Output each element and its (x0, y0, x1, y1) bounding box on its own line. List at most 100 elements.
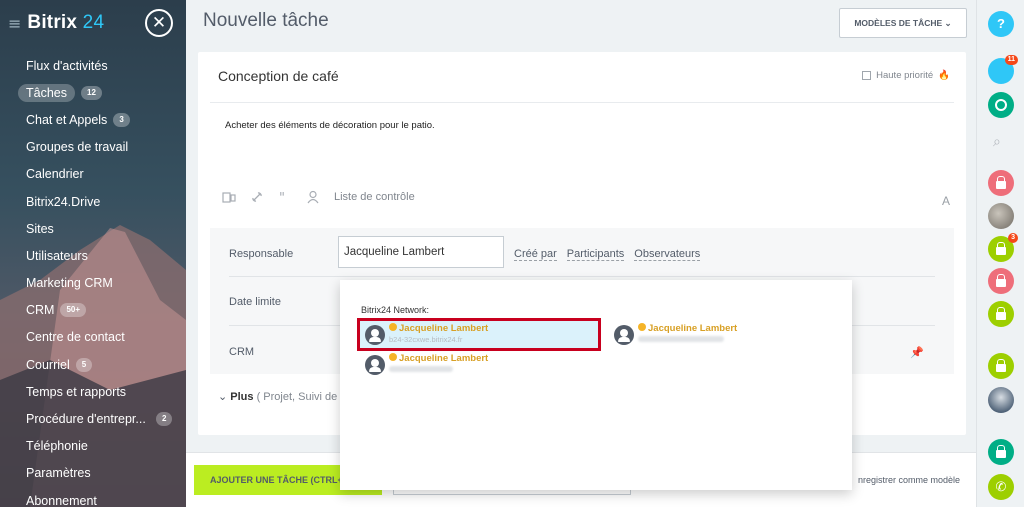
count-badge: 3 (113, 112, 130, 127)
network-user-icon (389, 353, 397, 361)
sidebar-item-label: Téléphonie (26, 439, 88, 454)
sidebar-item-groupes[interactable]: Groupes de travail (0, 134, 186, 161)
sidebar-item-utilisateurs[interactable]: Utilisateurs (0, 242, 186, 269)
file-icon[interactable] (222, 190, 236, 204)
lock-icon[interactable] (988, 439, 1014, 465)
sidebar-item-flux[interactable]: Flux d'activités (0, 52, 186, 79)
sidebar-item-crm[interactable]: CRM 50+ (0, 297, 186, 324)
editor-toolbar: " Liste de contrôle (222, 190, 415, 204)
user-avatar[interactable] (988, 387, 1014, 413)
help-icon[interactable]: ? (988, 11, 1014, 37)
lock-icon[interactable] (988, 170, 1014, 196)
result-name-text: Jacqueline Lambert (648, 323, 738, 334)
more-toggle[interactable]: ⌄ Plus ( Projet, Suivi de (218, 390, 337, 403)
user-avatar[interactable] (988, 203, 1014, 229)
divider (229, 276, 935, 277)
sidebar-item-label: Procédure d'entrepr... (26, 412, 146, 427)
lock-icon[interactable]: 3 (988, 233, 1018, 262)
sidebar-item-label: Courriel (26, 357, 70, 372)
lock-icon[interactable] (988, 268, 1014, 294)
sidebar-item-label: Abonnement (26, 493, 97, 507)
sidebar-item-label: CRM (26, 303, 55, 318)
network-user-icon (638, 323, 646, 331)
priority-checkbox[interactable] (862, 71, 872, 80)
chat-icon[interactable] (988, 92, 1014, 118)
sidebar-item-label: Calendrier (26, 167, 84, 182)
sidebar-item-marketing[interactable]: Marketing CRM (0, 270, 186, 297)
result-name: Jacqueline Lambert (389, 353, 488, 364)
count-badge: 2 (156, 412, 173, 427)
more-label: Plus (230, 391, 254, 403)
sidebar-item-courriel[interactable]: Courriel 5 (0, 351, 186, 378)
task-description[interactable]: Acheter des éléments de décoration pour … (225, 120, 435, 131)
save-as-template-link[interactable]: nregistrer comme modèle (858, 475, 960, 485)
mention-user-icon[interactable] (306, 190, 320, 204)
sidebar-item-telephonie[interactable]: Téléphonie (0, 433, 186, 460)
quote-icon[interactable]: " (278, 190, 292, 204)
sidebar-item-centre-contact[interactable]: Centre de contact (0, 324, 186, 351)
search-icon[interactable]: ⌕ (993, 134, 1001, 150)
brand: ≡ Bitrix 24 (8, 12, 104, 34)
pin-icon[interactable]: 📌 (910, 346, 924, 359)
right-bar: ? 11 ⌕ 3 ✆ (976, 0, 1024, 507)
sidebar-item-parametres[interactable]: Paramètres (0, 460, 186, 487)
svg-text:": " (279, 191, 285, 204)
sidebar-item-label: Tâches (18, 83, 75, 102)
sidebar-item-abonnement[interactable]: Abonnement (0, 487, 186, 507)
high-priority-toggle[interactable]: Haute priorité 🔥 (862, 70, 950, 81)
task-templates-button[interactable]: MODÈLES DE TÂCHE ⌄ (839, 8, 967, 38)
network-label: Bitrix24 Network: (361, 305, 430, 315)
created-by-link[interactable]: Créé par (514, 248, 557, 261)
notification-count: 11 (1004, 55, 1018, 65)
deadline-label: Date limite (229, 296, 281, 308)
role-links: Créé par Participants Observateurs (514, 248, 701, 261)
avatar (614, 325, 634, 345)
lock-icon[interactable] (988, 353, 1014, 379)
task-title-input[interactable]: Conception de café (218, 68, 339, 84)
participants-link[interactable]: Participants (566, 248, 625, 261)
sidebar-item-label: Paramètres (26, 466, 91, 481)
sidebar-item-taches[interactable]: Tâches 12 (0, 79, 186, 106)
sidebar-item-chat[interactable]: Chat et Appels 3 (0, 106, 186, 133)
sidebar-item-label: Chat et Appels (26, 112, 108, 127)
divider (210, 102, 954, 103)
more-sub-label: ( Projet, Suivi de (256, 391, 338, 403)
sidebar-item-calendrier[interactable]: Calendrier (0, 161, 186, 188)
priority-label: Haute priorité (876, 70, 934, 81)
count-badge: 12 (81, 85, 102, 100)
responsible-label: Responsable (229, 248, 294, 260)
sidebar-item-drive[interactable]: Bitrix24.Drive (0, 188, 186, 215)
sidebar-item-procedure[interactable]: Procédure d'entrepr... 2 (0, 405, 186, 432)
count-badge: 5 (75, 357, 93, 372)
sidebar-item-temps[interactable]: Temps et rapports (0, 378, 186, 405)
search-result-item[interactable]: Jacqueline Lambert (359, 350, 601, 380)
close-icon[interactable]: ✕ (145, 9, 173, 37)
sidebar-item-label: Bitrix24.Drive (26, 194, 101, 209)
phone-icon[interactable]: ✆ (988, 474, 1014, 500)
sidebar-item-label: Temps et rapports (26, 384, 127, 399)
checklist-button[interactable]: Liste de contrôle (334, 191, 415, 203)
link-icon[interactable] (250, 190, 264, 204)
lock-icon[interactable] (988, 301, 1014, 327)
logo[interactable]: Bitrix 24 (27, 12, 104, 34)
hamburger-icon[interactable]: ≡ (8, 14, 21, 33)
flame-icon: 🔥 (938, 70, 950, 81)
sidebar-item-sites[interactable]: Sites (0, 215, 186, 242)
selection-highlight-box (357, 318, 601, 351)
chevron-down-icon: ⌄ (218, 391, 228, 403)
app-root: ≡ Bitrix 24 ✕ Flux d'activités Tâches 12 … (0, 0, 1024, 507)
notifications-bell-icon[interactable]: 11 (988, 55, 1018, 84)
sidebar-item-label: Flux d'activités (26, 58, 108, 73)
search-result-item[interactable]: Jacqueline Lambert (608, 320, 850, 350)
responsible-input[interactable]: Jacqueline Lambert (338, 236, 504, 268)
avatar (365, 355, 385, 375)
sidebar-item-label: Sites (26, 221, 54, 236)
crm-label: CRM (229, 346, 255, 358)
chevron-down-icon: ⌄ (944, 18, 952, 28)
result-domain-redacted (389, 365, 453, 374)
left-sidebar: ≡ Bitrix 24 ✕ Flux d'activités Tâches 12 … (0, 0, 186, 507)
templates-button-label: MODÈLES DE TÂCHE (854, 18, 943, 28)
observers-link[interactable]: Observateurs (634, 248, 701, 261)
text-format-icon[interactable]: A (942, 194, 950, 208)
locked-count: 3 (1008, 233, 1018, 243)
